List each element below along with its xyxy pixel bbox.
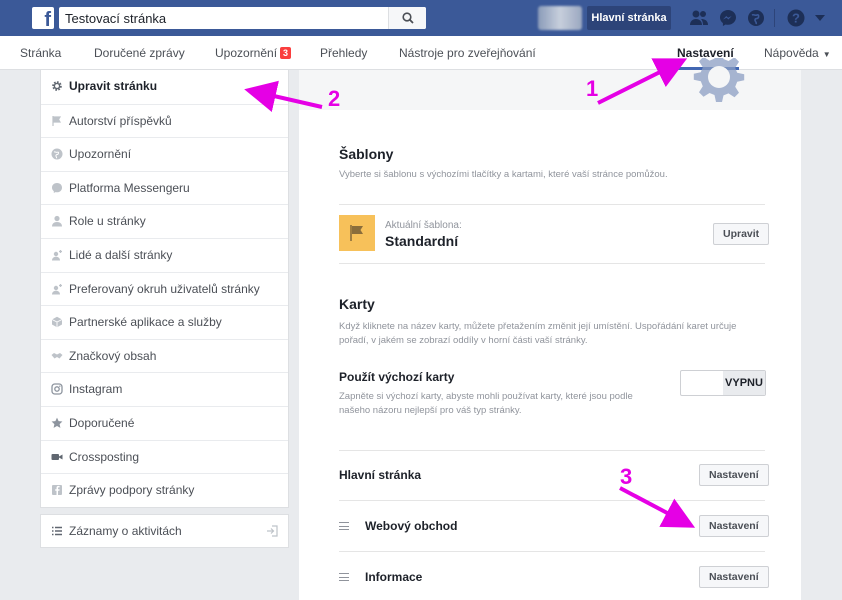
arrow-3 [619, 486, 696, 528]
annotation-number-2: 2 [328, 86, 341, 111]
arrow-1 [597, 58, 688, 105]
annotation-arrows [244, 58, 696, 528]
annotation-number-3: 3 [620, 464, 633, 489]
annotation-number-1: 1 [586, 76, 599, 101]
arrow-2 [244, 80, 323, 112]
